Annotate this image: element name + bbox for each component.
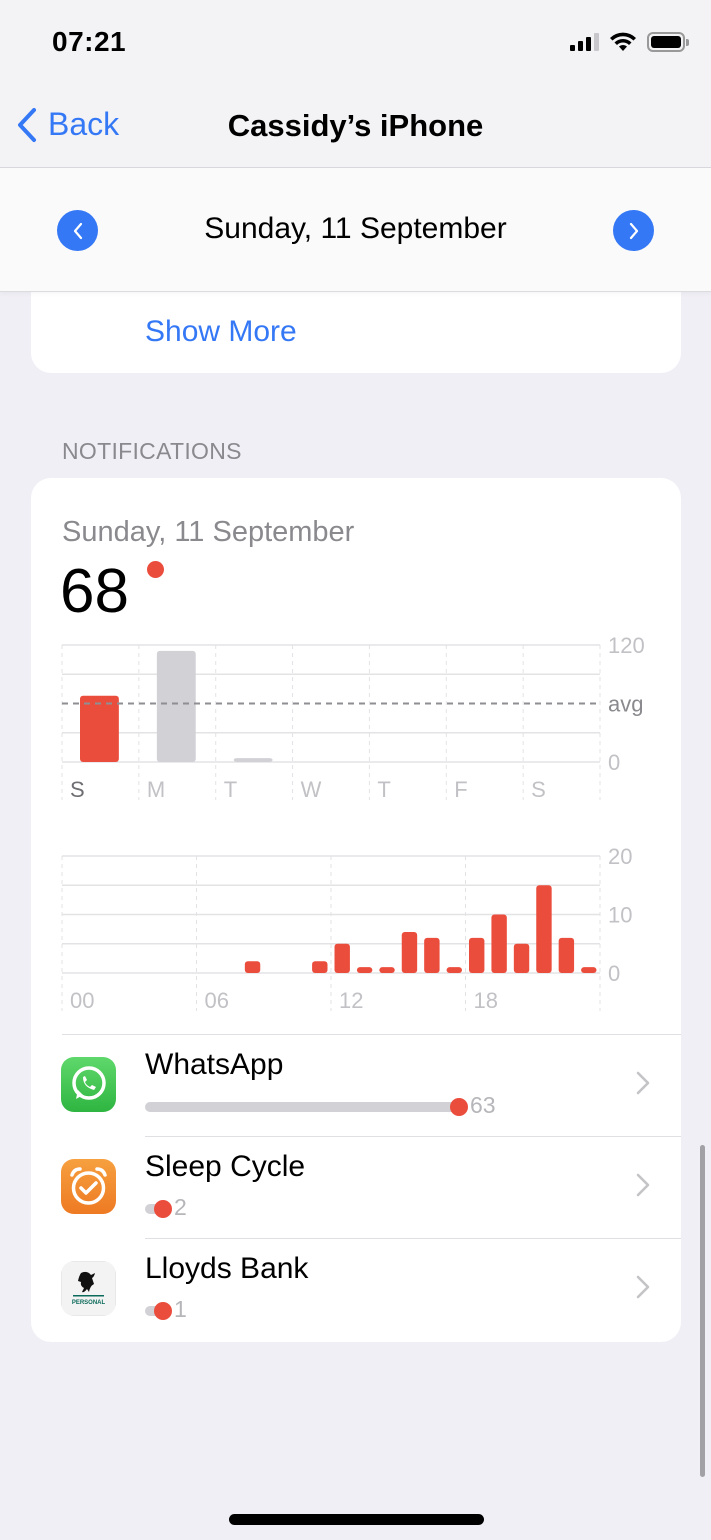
weekly-y-tick-label: 120	[608, 633, 645, 658]
chevron-right-icon	[635, 1172, 651, 1203]
weekly-bar[interactable]	[156, 650, 196, 762]
app-notification-row[interactable]: Sleep Cycle 2	[31, 1136, 681, 1238]
chevron-right-icon	[635, 1070, 651, 1101]
weekly-x-tick-label: T	[377, 777, 390, 802]
weekly-x-tick-label: S	[531, 777, 546, 802]
home-indicator[interactable]	[229, 1514, 484, 1525]
sleep-cycle-icon	[61, 1159, 116, 1214]
weekly-x-tick-label: S	[70, 777, 85, 802]
hourly-bar[interactable]	[424, 937, 440, 973]
app-name: Lloyds Bank	[145, 1252, 309, 1285]
app-notification-row[interactable]: WhatsApp 63	[31, 1034, 681, 1136]
selected-date: Sunday, 11 September	[204, 212, 507, 245]
chevron-right-icon	[635, 1274, 651, 1305]
usage-dot-icon	[154, 1200, 172, 1218]
notification-dot-icon	[147, 561, 164, 578]
cellular-signal-icon	[570, 33, 599, 51]
weekly-x-tick-label: F	[454, 777, 467, 802]
hourly-y-tick-label: 10	[608, 903, 632, 928]
hourly-bar[interactable]	[356, 967, 373, 973]
weekly-bar[interactable]	[233, 758, 273, 762]
vertical-scrollbar[interactable]	[700, 1145, 705, 1477]
page-title: Cassidy’s iPhone	[227, 108, 484, 143]
date-navigator: Sunday, 11 September	[0, 168, 711, 292]
notifications-section-header: NOTIFICATIONS	[62, 438, 242, 464]
hourly-y-tick-label: 20	[608, 844, 632, 869]
next-day-button[interactable]	[613, 210, 654, 251]
navigation-bar: Back Cassidy’s iPhone	[0, 90, 711, 168]
hourly-x-tick-label: 18	[474, 988, 498, 1013]
hourly-bar[interactable]	[379, 967, 395, 973]
row-separator	[145, 1238, 681, 1239]
usage-dot-icon	[154, 1302, 172, 1320]
hourly-bar[interactable]	[491, 914, 507, 974]
weekly-x-tick-label: T	[224, 777, 237, 802]
status-bar: 07:21	[0, 0, 711, 90]
wifi-icon	[610, 32, 636, 51]
hourly-bar[interactable]	[469, 937, 485, 973]
hourly-bar[interactable]	[558, 937, 575, 973]
hourly-x-tick-label: 00	[70, 988, 94, 1013]
hourly-x-tick-label: 06	[205, 988, 229, 1013]
weekly-x-tick-label: W	[301, 777, 322, 802]
hourly-bar[interactable]	[536, 885, 552, 973]
hourly-notifications-chart[interactable]: 2010000 06 12 18	[31, 844, 681, 1014]
chevron-right-icon	[629, 222, 638, 239]
notifications-card: Sunday, 11 September 68 120 avg 0 S M T W T F S 2…	[31, 478, 681, 1342]
svg-text:PERSONAL: PERSONAL	[72, 1300, 106, 1306]
hourly-bar[interactable]	[446, 967, 462, 973]
battery-icon	[647, 32, 689, 52]
app-notification-row[interactable]: PERSONAL Lloyds Bank 1	[31, 1238, 681, 1340]
usage-dot-icon	[450, 1098, 468, 1116]
weekly-bar[interactable]	[80, 695, 119, 762]
app-usage-bar	[145, 1102, 459, 1112]
hourly-bar[interactable]	[581, 967, 597, 973]
status-time: 07:21	[52, 26, 127, 57]
weekly-x-tick-label: M	[147, 777, 165, 802]
row-separator	[62, 1034, 681, 1035]
row-separator	[145, 1136, 681, 1137]
weekly-y-tick-label: avg	[608, 692, 643, 717]
notifications-total: 68	[60, 557, 129, 626]
hourly-bar[interactable]	[334, 943, 350, 973]
app-name: WhatsApp	[145, 1048, 284, 1081]
notifications-date: Sunday, 11 September	[62, 516, 355, 548]
hourly-bar[interactable]	[312, 961, 328, 973]
hourly-bar[interactable]	[513, 943, 530, 973]
status-icons	[570, 32, 689, 52]
app-notification-count: 2	[174, 1194, 187, 1220]
app-notification-count: 63	[470, 1092, 496, 1118]
app-notification-count: 1	[174, 1296, 187, 1322]
hourly-x-tick-label: 12	[339, 988, 363, 1013]
lloyds-bank-icon: PERSONAL	[61, 1261, 116, 1316]
show-more-link[interactable]: Show More	[145, 315, 297, 349]
app-name: Sleep Cycle	[145, 1150, 306, 1183]
weekly-notifications-chart[interactable]: 120 avg 0 S M T W T F S	[31, 633, 681, 803]
hourly-bar[interactable]	[244, 961, 261, 973]
hourly-bar[interactable]	[401, 932, 418, 973]
hourly-y-tick-label: 0	[608, 961, 620, 986]
whatsapp-icon	[61, 1057, 116, 1112]
weekly-y-tick-label: 0	[608, 750, 620, 775]
